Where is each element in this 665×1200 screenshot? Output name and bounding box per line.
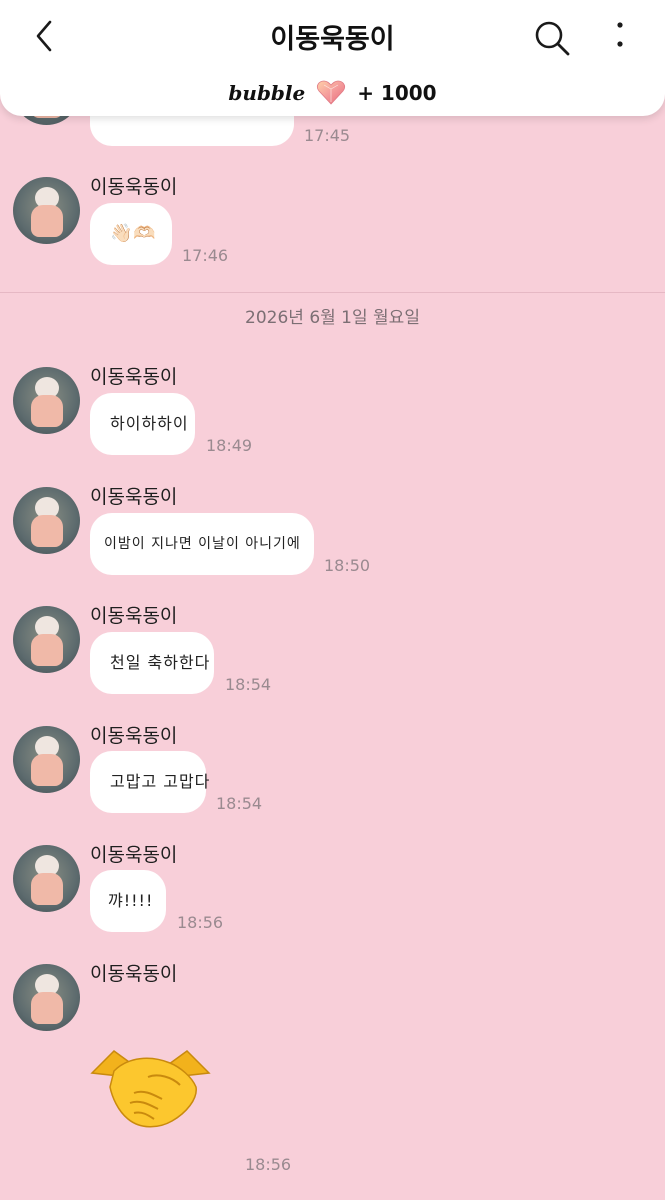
avatar[interactable] — [13, 606, 80, 673]
message-bubble[interactable]: 👋🏻🫶🏻 — [90, 203, 172, 265]
message-time: 18:54 — [216, 794, 263, 813]
avatar[interactable] — [13, 964, 80, 1031]
avatar[interactable] — [13, 367, 80, 434]
sender-name: 이동욱동이 — [90, 725, 178, 747]
chat-area[interactable]: 17:45 이동욱동이 👋🏻🫶🏻 17:46 2026년 6월 1일 월요일 이… — [0, 0, 665, 1200]
message-bubble[interactable]: 하이하하이 — [90, 393, 195, 455]
message-bubble[interactable]: 꺄!!!! — [90, 870, 166, 932]
more-vertical-icon[interactable] — [605, 18, 635, 54]
message-bubble[interactable]: 고맙고 고맙다 — [90, 751, 209, 813]
sender-name: 이동욱동이 — [90, 844, 178, 866]
message-time: 18:56 — [177, 913, 224, 932]
heart-gem-icon — [317, 80, 346, 105]
chat-header: 이동욱동이 bubble + 1000 — [0, 0, 665, 116]
date-divider: 2026년 6월 1일 월요일 — [245, 308, 420, 328]
date-divider-line — [0, 292, 665, 293]
message-time: 17:45 — [304, 126, 351, 145]
handshake-emoji[interactable] — [88, 1043, 213, 1131]
search-icon[interactable] — [532, 18, 572, 58]
bubble-label: bubble — [228, 81, 306, 105]
bubble-balance[interactable]: bubble + 1000 — [0, 80, 665, 106]
message-time: 18:56 — [245, 1155, 292, 1174]
message-bubble[interactable]: 이밤이 지나면 이날이 아니기에 — [90, 513, 314, 575]
message-time: 18:50 — [324, 556, 371, 575]
message-time: 18:49 — [206, 436, 253, 455]
avatar[interactable] — [13, 726, 80, 793]
bubble-count: + 1000 — [357, 81, 437, 105]
sender-name: 이동욱동이 — [90, 176, 178, 198]
avatar[interactable] — [13, 487, 80, 554]
sender-name: 이동욱동이 — [90, 963, 178, 985]
message-bubble[interactable]: 천일 축하한다 — [90, 632, 214, 694]
sender-name: 이동욱동이 — [90, 486, 178, 508]
sender-name: 이동욱동이 — [90, 605, 178, 627]
avatar[interactable] — [13, 177, 80, 244]
avatar[interactable] — [13, 845, 80, 912]
sender-name: 이동욱동이 — [90, 366, 178, 388]
message-time: 17:46 — [182, 246, 229, 265]
message-time: 18:54 — [225, 675, 272, 694]
